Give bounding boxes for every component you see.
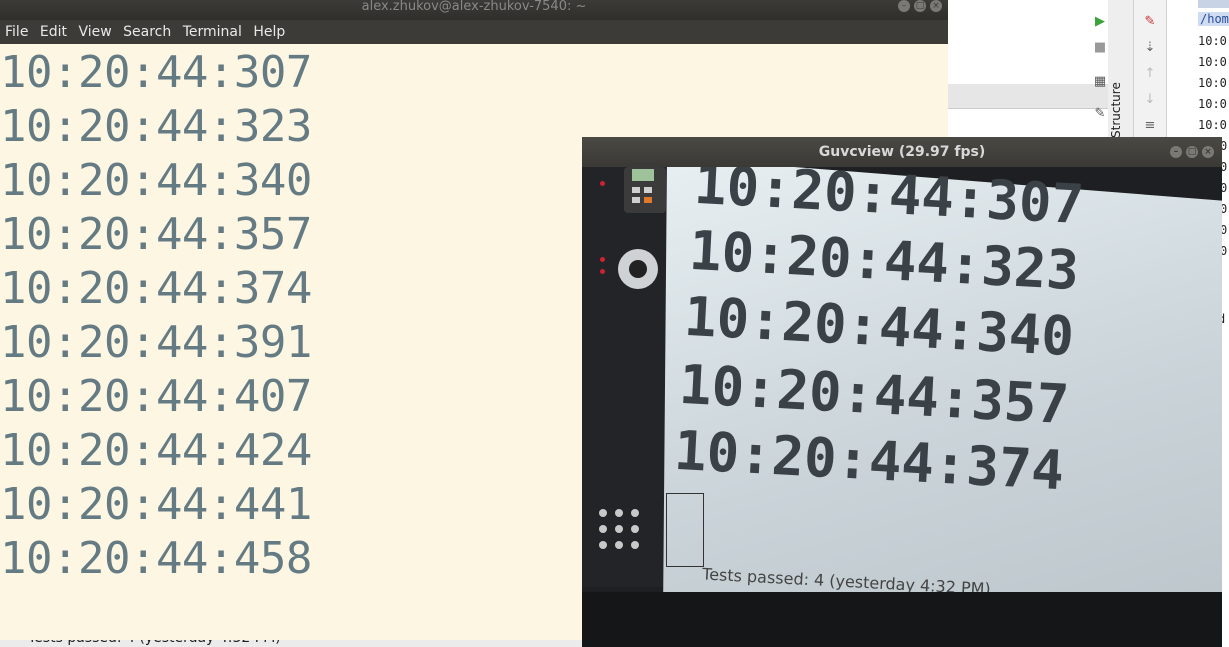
timestamp-line: 10:20:44:340: [0, 155, 312, 206]
desk-gadget: [624, 167, 666, 213]
layout-icon[interactable]: ▦: [1090, 72, 1110, 92]
arrow-down-icon[interactable]: ↓: [1140, 90, 1160, 110]
guvcview-titlebar[interactable]: Guvcview (29.97 fps) – □ ×: [582, 137, 1222, 167]
panel-frame: [666, 493, 704, 567]
terminal-window-controls: – □ ×: [894, 0, 942, 14]
webcam-icon: [618, 249, 658, 289]
menu-edit[interactable]: Edit: [40, 20, 67, 44]
menu-help[interactable]: Help: [253, 20, 285, 44]
console-line: 10:0: [1198, 55, 1227, 69]
terminal-titlebar[interactable]: alex.zhukov@alex-zhukov-7540: ~ – □ ×: [0, 0, 948, 20]
arrow-up-icon[interactable]: ↑: [1140, 64, 1160, 84]
terminal-title: alex.zhukov@alex-zhukov-7540: ~: [361, 0, 587, 14]
terminal-menubar: File Edit View Search Terminal Help: [0, 20, 948, 44]
console-line: 10:0: [1198, 118, 1227, 132]
run-icon[interactable]: ▶: [1090, 12, 1110, 32]
console-line: 10:0: [1198, 97, 1227, 111]
minimize-icon[interactable]: –: [898, 0, 910, 12]
timestamp-line: 10:20:44:374: [0, 263, 312, 314]
close-icon[interactable]: ×: [1202, 146, 1214, 158]
terminal-output[interactable]: 10:20:44:307 10:20:44:323 10:20:44:340 1…: [0, 46, 312, 586]
sort-icon[interactable]: ⇣: [1140, 38, 1160, 58]
timestamp-line: 10:20:44:458: [0, 533, 312, 584]
editor-area: [948, 0, 1108, 85]
console-path: /hom: [1198, 12, 1229, 26]
minimize-icon[interactable]: –: [1170, 146, 1182, 158]
timestamp-line: 10:20:44:424: [0, 425, 312, 476]
clear-icon[interactable]: ✎: [1140, 12, 1160, 32]
console-line: 10:0: [1198, 34, 1227, 48]
menu-view[interactable]: View: [78, 20, 111, 44]
timestamp-line: 10:20:44:323: [0, 101, 312, 152]
led-icon: [600, 269, 605, 274]
wrap-icon[interactable]: ≡: [1140, 116, 1160, 136]
guvcview-title: Guvcview (29.97 fps): [818, 144, 986, 160]
stop-icon[interactable]: ■: [1090, 38, 1110, 58]
timestamp-line: 10:20:44:307: [0, 47, 312, 98]
led-icon: [600, 181, 605, 186]
maximize-icon[interactable]: □: [1186, 146, 1198, 158]
maximize-icon[interactable]: □: [914, 0, 926, 12]
apps-grid-icon: [599, 509, 647, 557]
close-icon[interactable]: ×: [930, 0, 942, 12]
timestamp-line: 10:20:44:391: [0, 317, 312, 368]
console-line: 10:0: [1198, 76, 1227, 90]
menu-search[interactable]: Search: [123, 20, 171, 44]
camera-preview: 10:20:44:307 10:20:44:323 10:20:44:340 1…: [582, 167, 1222, 647]
console-header: [1198, 0, 1229, 8]
timestamp-line: 10:20:44:407: [0, 371, 312, 422]
editor-tab-band: [948, 84, 1108, 109]
structure-tab[interactable]: Structure: [1109, 80, 1131, 140]
menu-terminal[interactable]: Terminal: [183, 20, 242, 44]
menu-file[interactable]: File: [5, 20, 28, 44]
led-icon: [600, 257, 605, 262]
desk-area: [582, 592, 1222, 647]
pin-icon[interactable]: ✎: [1090, 104, 1110, 124]
timestamp-line: 10:20:44:441: [0, 479, 312, 530]
timestamp-line: 10:20:44:357: [0, 209, 312, 260]
guvcview-window: Guvcview (29.97 fps) – □ × 10:20:44:307 10…: [582, 137, 1222, 647]
